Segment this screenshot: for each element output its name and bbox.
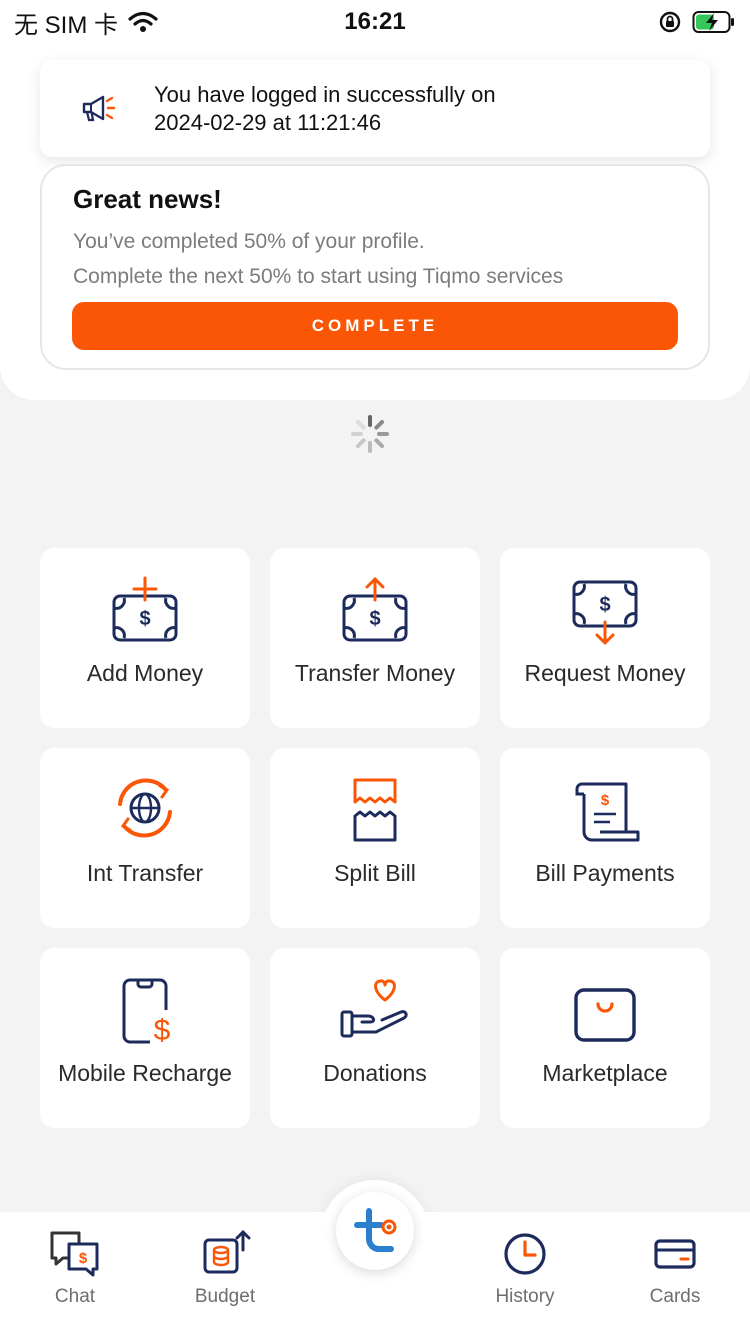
- nav-chat[interactable]: $ Chat: [15, 1228, 135, 1328]
- service-label: Mobile Recharge: [58, 1060, 232, 1086]
- svg-text:$: $: [601, 792, 610, 809]
- loading-spinner-icon: [351, 415, 389, 453]
- service-label: Transfer Money: [294, 660, 456, 686]
- status-time: 16:21: [344, 8, 406, 35]
- login-notification[interactable]: You have logged in successfully on 2024-…: [40, 60, 710, 157]
- nav-budget[interactable]: Budget: [165, 1228, 285, 1328]
- notification-line-2: 2024-02-29 at 11:21:46: [154, 109, 382, 135]
- transfer-money-icon: $: [342, 577, 408, 642]
- profile-completion-card: Great news! You’ve completed 50% of your…: [40, 164, 710, 370]
- card-icon: [654, 1239, 696, 1269]
- nav-cards-label: Cards: [649, 1286, 701, 1307]
- nav-budget-label: Budget: [194, 1286, 256, 1307]
- service-label: Donations: [323, 1060, 427, 1086]
- service-donations[interactable]: Donations: [270, 948, 480, 1128]
- notification-text: You have logged in successfully on 2024-…: [154, 81, 496, 137]
- service-label: Split Bill: [334, 860, 416, 886]
- globe-transfer-icon: [118, 778, 172, 838]
- shopping-bag-icon: [574, 988, 636, 1042]
- svg-text:$: $: [154, 1014, 171, 1046]
- service-label: Int Transfer: [86, 860, 204, 886]
- service-transfer-money[interactable]: $ Transfer Money: [270, 548, 480, 728]
- mobile-recharge-icon: $: [122, 978, 176, 1046]
- service-split-bill[interactable]: Split Bill: [270, 748, 480, 928]
- add-money-icon: $: [112, 576, 178, 642]
- service-label: Marketplace: [542, 1060, 668, 1086]
- profile-card-line-1: You’ve completed 50% of your profile.: [73, 230, 425, 253]
- svg-text:$: $: [139, 608, 150, 630]
- bill-payments-icon: $: [575, 782, 640, 842]
- service-request-money[interactable]: $ Request Money: [500, 548, 710, 728]
- service-mobile-recharge[interactable]: $ Mobile Recharge: [40, 948, 250, 1128]
- service-int-transfer[interactable]: Int Transfer: [40, 748, 250, 928]
- svg-text:$: $: [79, 1250, 88, 1267]
- clock-icon: [504, 1233, 546, 1275]
- nav-history[interactable]: History: [465, 1228, 585, 1328]
- status-bar: 无 SIM 卡 16:21: [0, 0, 750, 44]
- donations-icon: [340, 979, 408, 1038]
- service-label: Request Money: [524, 660, 686, 686]
- home-center-button[interactable]: [336, 1192, 414, 1270]
- service-label: Add Money: [86, 660, 204, 686]
- notification-line-1: You have logged in successfully on: [154, 81, 496, 107]
- request-money-icon: $: [572, 580, 638, 645]
- tiqmo-logo-icon: [354, 1208, 397, 1252]
- service-marketplace[interactable]: Marketplace: [500, 948, 710, 1128]
- nav-cards[interactable]: Cards: [615, 1228, 735, 1328]
- svg-text:$: $: [599, 594, 610, 616]
- services-grid: $ Add Money $ Transfer Money $ Request M…: [40, 548, 710, 1128]
- nav-chat-label: Chat: [54, 1286, 96, 1307]
- split-bill-icon: [353, 778, 397, 842]
- nav-history-label: History: [495, 1286, 555, 1307]
- profile-card-title: Great news!: [73, 184, 222, 214]
- svg-text:$: $: [369, 608, 380, 630]
- chat-icon: $: [50, 1231, 99, 1277]
- service-add-money[interactable]: $ Add Money: [40, 548, 250, 728]
- megaphone-icon: [82, 95, 116, 121]
- service-label: Bill Payments: [535, 860, 675, 886]
- profile-card-line-2: Complete the next 50% to start using Tiq…: [73, 265, 564, 288]
- complete-profile-button[interactable]: COMPLETE: [72, 302, 678, 350]
- service-bill-payments[interactable]: $ Bill Payments: [500, 748, 710, 928]
- budget-icon: [203, 1230, 251, 1274]
